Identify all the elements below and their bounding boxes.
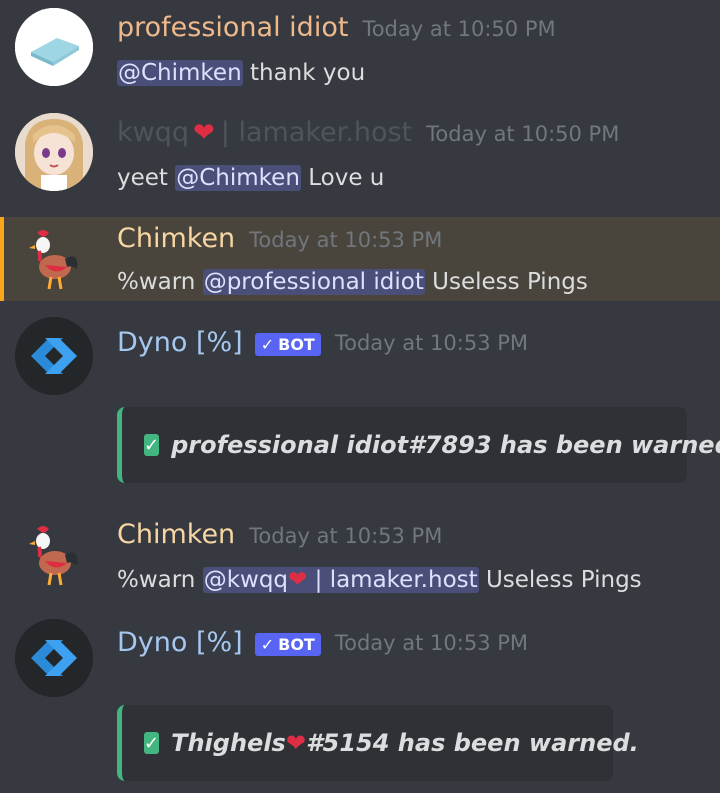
heart-icon: ❤ (288, 567, 308, 593)
bot-tag: ✓ BOT (254, 333, 321, 356)
anime-girl-icon (15, 113, 93, 191)
rooster-icon (29, 230, 78, 290)
heart-icon: ❤ (285, 729, 306, 757)
bot-tag: ✓ BOT (254, 633, 321, 656)
message-text: Useless Pings (432, 269, 588, 295)
message-prefix: %warn (117, 269, 196, 295)
username[interactable]: Chimken (117, 519, 235, 550)
mention[interactable]: @Chimken (175, 165, 301, 191)
avatar-professional-idiot[interactable] (15, 8, 93, 86)
mention[interactable]: @kwqq❤ | lamaker.host (202, 567, 479, 593)
checkbox-icon: ✓ (144, 732, 160, 754)
embed: ✓ professional idiot#7893 has been warne… (117, 407, 720, 483)
message-text: Love u (308, 165, 385, 191)
embed: ✓ Thighels❤#5154 has been warned. (117, 705, 639, 781)
message-2: kwqq ❤ | lamaker.host Today at 10:50 PM … (0, 105, 720, 217)
heart-icon: ❤ (193, 118, 215, 148)
avatar-chimken[interactable] (15, 517, 93, 595)
dyno-logo-icon (15, 619, 93, 697)
username[interactable]: Dyno [%] (117, 627, 243, 658)
timestamp: Today at 10:53 PM (334, 630, 529, 655)
timestamp: Today at 10:53 PM (334, 330, 529, 355)
avatar-dyno[interactable] (15, 619, 93, 697)
message-text: thank you (249, 60, 366, 86)
checkbox-icon: ✓ (144, 434, 160, 456)
message-6-bot: Dyno [%] ✓ BOT Today at 10:53 PM ✓ Thigh… (0, 603, 720, 793)
rooster-icon (29, 526, 78, 586)
username-suffix[interactable]: | lamaker.host (221, 117, 412, 148)
embed-text: professional idiot#7893 has been warned. (171, 431, 720, 459)
mention-highlight-bar (0, 217, 4, 301)
message-prefix: %warn (117, 567, 196, 593)
check-icon: ✓ (260, 635, 275, 654)
timestamp: Today at 10:50 PM (362, 17, 556, 41)
message-text: Useless Pings (485, 567, 642, 593)
embed-text: Thighels❤#5154 has been warned. (171, 729, 639, 757)
message-5: Chimken Today at 10:53 PM %warn @kwqq❤ |… (0, 503, 720, 603)
avatar-dyno[interactable] (15, 317, 93, 395)
avatar-kwqq[interactable] (15, 113, 93, 191)
username[interactable]: kwqq (117, 117, 189, 148)
mention[interactable]: @Chimken (117, 60, 243, 86)
dyno-logo-icon (15, 317, 93, 395)
username[interactable]: Dyno [%] (117, 327, 243, 358)
message-4-bot: Dyno [%] ✓ BOT Today at 10:53 PM ✓ profe… (0, 301, 720, 503)
message-1: professional idiot Today at 10:50 PM @Ch… (0, 0, 720, 105)
check-icon: ✓ (260, 335, 275, 354)
message-prefix: yeet (117, 165, 168, 191)
mention[interactable]: @professional idiot (202, 269, 425, 295)
timestamp: Today at 10:53 PM (249, 524, 443, 548)
avatar-chimken[interactable] (15, 221, 93, 299)
message-3-highlighted: Chimken Today at 10:53 PM %warn @profess… (0, 217, 720, 301)
towel-icon (15, 8, 93, 86)
timestamp: Today at 10:50 PM (426, 122, 620, 146)
username[interactable]: Chimken (117, 223, 235, 254)
timestamp: Today at 10:53 PM (249, 228, 443, 252)
username[interactable]: professional idiot (117, 12, 348, 43)
